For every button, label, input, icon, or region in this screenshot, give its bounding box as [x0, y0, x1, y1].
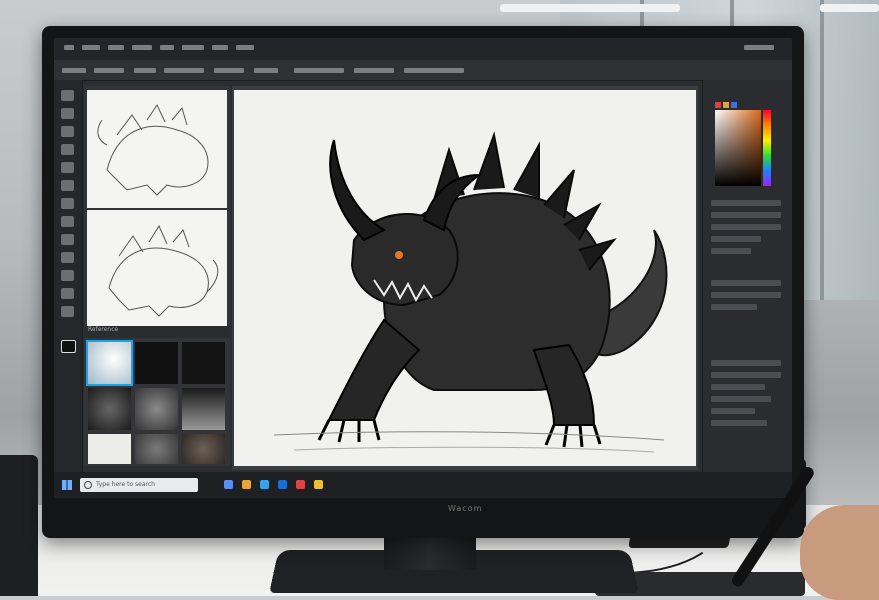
reference-panel: Reference	[84, 86, 230, 466]
texture-thumbnail[interactable]	[135, 342, 178, 384]
color-swatch[interactable]	[731, 102, 737, 108]
texture-thumbnail[interactable]	[135, 388, 178, 430]
hand-tool-icon[interactable]	[61, 288, 74, 299]
app-icon[interactable]	[314, 480, 323, 489]
marquee-tool-icon[interactable]	[61, 108, 74, 119]
left-speaker	[0, 455, 38, 596]
texture-thumbnail[interactable]	[182, 434, 225, 464]
task-view-icon[interactable]	[224, 480, 233, 489]
windows-icon[interactable]	[62, 480, 72, 490]
color-swatch[interactable]	[723, 102, 729, 108]
tools-panel	[54, 80, 83, 472]
color-layers-panel	[702, 80, 792, 472]
layer-row[interactable]	[711, 200, 781, 206]
layer-row[interactable]	[711, 384, 765, 390]
texture-thumbnail[interactable]	[182, 342, 225, 384]
monitor-brand-label: Wacom	[448, 504, 483, 513]
gradient-icon[interactable]	[61, 234, 74, 245]
layer-row[interactable]	[711, 304, 757, 310]
taskbar: Type here to search	[54, 472, 792, 498]
texture-thumbnail[interactable]	[182, 388, 225, 430]
layer-row[interactable]	[711, 372, 781, 378]
layer-row[interactable]	[711, 212, 781, 218]
search-icon	[84, 481, 92, 489]
stamp-icon[interactable]	[61, 198, 74, 209]
layer-row[interactable]	[711, 396, 771, 402]
creature-eye	[395, 251, 403, 259]
layer-row[interactable]	[711, 236, 761, 242]
menu-bar	[54, 38, 792, 60]
texture-thumbnail[interactable]	[88, 388, 131, 430]
eyedropper-icon[interactable]	[61, 162, 74, 173]
layer-row[interactable]	[711, 280, 781, 286]
ceiling-light	[500, 4, 680, 12]
search-placeholder: Type here to search	[96, 481, 155, 488]
eraser-icon[interactable]	[61, 216, 74, 227]
color-swatch[interactable]	[715, 102, 721, 108]
creature-illustration	[273, 131, 668, 453]
search-input[interactable]: Type here to search	[80, 478, 198, 492]
texture-thumbnail[interactable]	[88, 434, 131, 464]
hand	[800, 505, 879, 600]
color-picker-field[interactable]	[715, 110, 761, 186]
pen-tool-icon[interactable]	[61, 252, 74, 263]
screen: Reference Type here to search	[54, 38, 792, 498]
move-tool-icon[interactable]	[61, 90, 74, 101]
texture-thumbnail[interactable]	[135, 434, 178, 464]
texture-thumbnail-selected[interactable]	[86, 340, 133, 386]
reference-sketch[interactable]	[87, 210, 227, 328]
crop-tool-icon[interactable]	[61, 144, 74, 155]
lasso-tool-icon[interactable]	[61, 126, 74, 137]
layer-row[interactable]	[711, 292, 781, 298]
window-frame	[820, 0, 824, 300]
ceiling-light	[820, 4, 879, 12]
layer-row[interactable]	[711, 360, 781, 366]
options-bar	[54, 60, 792, 81]
monitor: Wacom Reference Type here to search	[42, 26, 804, 538]
layer-row[interactable]	[711, 408, 755, 414]
app-icon[interactable]	[296, 480, 305, 489]
reference-sketch[interactable]	[87, 90, 227, 208]
foreground-color-icon[interactable]	[61, 340, 76, 353]
layer-row[interactable]	[711, 420, 767, 426]
layer-row[interactable]	[711, 248, 751, 254]
drawing-canvas[interactable]	[234, 90, 696, 466]
reference-panel-header: Reference	[84, 326, 230, 338]
file-explorer-icon[interactable]	[242, 480, 251, 489]
hue-slider[interactable]	[763, 110, 771, 186]
zoom-tool-icon[interactable]	[61, 306, 74, 317]
photoshop-icon[interactable]	[278, 480, 287, 489]
text-tool-icon[interactable]	[61, 270, 74, 281]
layer-row[interactable]	[711, 224, 781, 230]
brush-icon[interactable]	[61, 180, 74, 191]
browser-icon[interactable]	[260, 480, 269, 489]
